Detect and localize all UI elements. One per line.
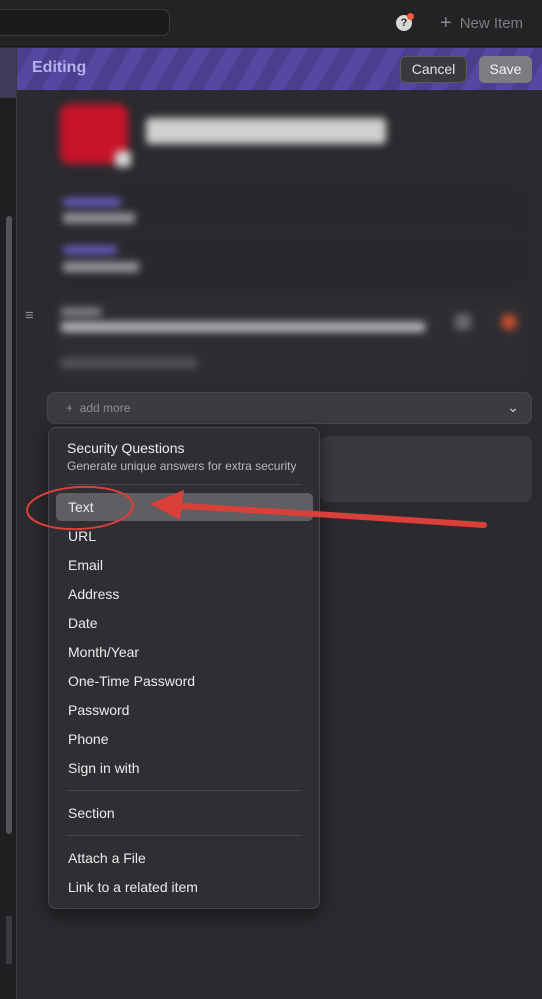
- plus-icon: +: [440, 12, 452, 34]
- menu-item-label: Phone: [68, 731, 109, 747]
- menu-item-attach-file[interactable]: Attach a File: [56, 844, 313, 872]
- new-item-button[interactable]: + New Item: [440, 12, 523, 34]
- scrollbar[interactable]: [6, 216, 12, 964]
- add-more-text: add more: [79, 401, 131, 415]
- cancel-button[interactable]: Cancel: [400, 56, 467, 83]
- top-bar: ? + New Item: [0, 0, 542, 47]
- save-button[interactable]: Save: [479, 56, 532, 83]
- website-card: [55, 300, 530, 380]
- menu-item-label: Email: [68, 557, 104, 573]
- scrollbar-thumb-mark: [6, 916, 12, 964]
- menu-item-link-related[interactable]: Link to a related item: [56, 873, 313, 901]
- menu-item-label: Section: [68, 805, 115, 821]
- password-label-redacted: [63, 246, 117, 254]
- menu-divider: [67, 790, 301, 791]
- menu-item-label: Sign in with: [68, 760, 140, 776]
- security-questions-subtitle: Generate unique answers for extra securi…: [67, 459, 297, 473]
- search-input[interactable]: [0, 9, 170, 36]
- editing-title: Editing: [32, 59, 87, 76]
- sidebar-selection-band: [0, 48, 16, 97]
- username-label-redacted: [63, 198, 121, 206]
- autofill-hint-redacted: [61, 358, 197, 368]
- background-card: [320, 436, 532, 502]
- notification-button[interactable]: ?: [394, 12, 416, 34]
- website-label-redacted: [61, 308, 101, 316]
- menu-item-label: Address: [68, 586, 120, 602]
- menu-item-sign-in-with[interactable]: Sign in with: [56, 754, 313, 782]
- menu-item-url[interactable]: URL: [56, 522, 313, 550]
- website-value-redacted[interactable]: [61, 322, 425, 332]
- menu-item-month-year[interactable]: Month/Year: [56, 638, 313, 666]
- item-title-redacted[interactable]: [146, 118, 386, 144]
- credentials-card: [55, 188, 525, 284]
- menu-item-password[interactable]: Password: [56, 696, 313, 724]
- chevron-down-icon: ⌄: [507, 399, 519, 415]
- menu-item-email[interactable]: Email: [56, 551, 313, 579]
- delete-field-icon[interactable]: [501, 314, 517, 330]
- security-questions-title: Security Questions: [67, 440, 185, 456]
- menu-item-label: Password: [68, 702, 130, 718]
- add-field-menu: Security Questions Generate unique answe…: [48, 427, 320, 909]
- editing-header: Editing Cancel Save: [17, 48, 542, 90]
- menu-item-label: Month/Year: [68, 644, 140, 660]
- username-value-redacted[interactable]: [63, 213, 135, 223]
- password-value-redacted[interactable]: [63, 262, 139, 272]
- menu-item-label: Date: [68, 615, 98, 631]
- sidebar-divider: [0, 97, 16, 98]
- notification-dot-icon: [407, 13, 414, 20]
- menu-divider: [67, 484, 301, 485]
- menu-item-label: Attach a File: [68, 850, 146, 866]
- item-logo-badge-icon: [115, 151, 131, 167]
- menu-item-security-questions[interactable]: Security Questions Generate unique answe…: [67, 440, 296, 473]
- menu-item-text[interactable]: Text: [56, 493, 313, 521]
- add-more-dropdown[interactable]: + add more ⌄: [47, 392, 532, 424]
- menu-item-label: URL: [68, 528, 97, 544]
- menu-item-label: One-Time Password: [68, 673, 196, 689]
- field-divider: [55, 234, 525, 235]
- drag-handle-icon[interactable]: ≡: [25, 308, 39, 323]
- menu-item-phone[interactable]: Phone: [56, 725, 313, 753]
- menu-item-label: Text: [68, 499, 94, 515]
- menu-item-section[interactable]: Section: [56, 799, 313, 827]
- menu-item-date[interactable]: Date: [56, 609, 313, 637]
- menu-item-label: Link to a related item: [68, 879, 198, 895]
- menu-item-address[interactable]: Address: [56, 580, 313, 608]
- menu-divider: [67, 835, 301, 836]
- add-more-label: + add more: [66, 401, 131, 415]
- new-item-label: New Item: [459, 14, 524, 32]
- open-link-icon[interactable]: [455, 314, 471, 330]
- item-logo: [60, 104, 131, 167]
- menu-item-one-time-password[interactable]: One-Time Password: [56, 667, 313, 695]
